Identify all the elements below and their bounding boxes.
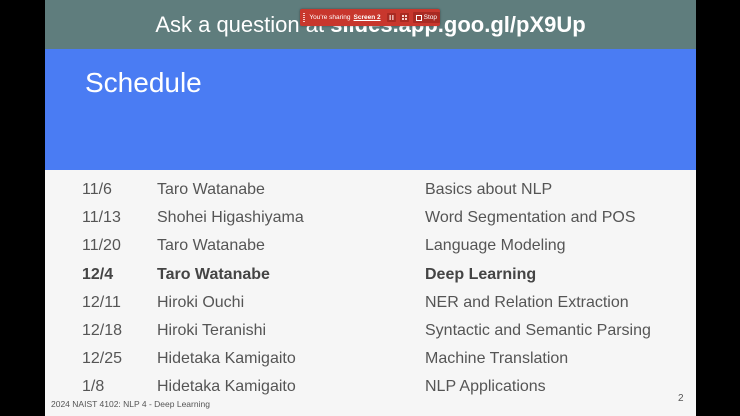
screen-share-frame: Ask a question at slides.app.goo.gl/pX9U…: [0, 0, 740, 416]
schedule-row: 11/6 Taro Watanabe Basics about NLP: [45, 176, 696, 204]
schedule-date: 12/11: [82, 293, 121, 311]
shared-screen-link[interactable]: Screen 2: [354, 14, 381, 21]
presentation-slide: Ask a question at slides.app.goo.gl/pX9U…: [45, 0, 696, 416]
schedule-topic: NER and Relation Extraction: [425, 293, 629, 311]
schedule-topic: Basics about NLP: [425, 181, 553, 198]
stop-icon: [415, 14, 422, 21]
screen-sharing-bar: You're sharing Screen 2 Stop: [300, 9, 440, 26]
schedule-lecturer: Taro Watanabe: [157, 181, 265, 198]
stop-label: Stop: [423, 14, 437, 21]
schedule-date: 12/25: [82, 350, 123, 368]
page-number: 2: [678, 393, 684, 404]
sharing-status-text: You're sharing: [309, 14, 351, 21]
slide-title: Schedule: [85, 67, 202, 98]
schedule-lecturer: Shohei Higashiyama: [157, 209, 304, 227]
schedule-date: 11/13: [82, 209, 121, 227]
schedule-lecturer: Taro Watanabe: [157, 265, 270, 283]
schedule-row-current: 12/4 Taro Watanabe Deep Learning: [45, 261, 696, 289]
schedule-row: 1/8 Hidetaka Kamigaito NLP Applications: [45, 373, 696, 401]
schedule-row: 12/18 Hiroki Teranishi Syntactic and Sem…: [45, 317, 696, 345]
schedule-row: 12/25 Hidetaka Kamigaito Machine Transla…: [45, 345, 696, 373]
schedule-row: 12/11 Hiroki Ouchi NER and Relation Extr…: [45, 289, 696, 317]
schedule-lecturer: Taro Watanabe: [157, 237, 265, 255]
schedule-row: 11/13 Shohei Higashiyama Word Segmentati…: [45, 204, 696, 232]
schedule-topic: Machine Translation: [425, 350, 569, 368]
schedule-topic: Deep Learning: [425, 265, 537, 283]
schedule-date: 12/18: [82, 321, 123, 339]
grid-icon[interactable]: [399, 13, 409, 22]
pause-icon[interactable]: [386, 13, 396, 22]
slide-footer: 2024 NAIST 4102: NLP 4 - Deep Learning: [51, 399, 210, 409]
schedule-row: 11/20 Taro Watanabe Language Modeling: [45, 232, 696, 260]
schedule-table: 11/6 Taro Watanabe Basics about NLP 11/1…: [45, 176, 696, 402]
schedule-lecturer: Hidetaka Kamigaito: [157, 350, 296, 368]
grip-icon[interactable]: [303, 13, 306, 22]
schedule-topic: Syntactic and Semantic Parsing: [425, 321, 651, 339]
schedule-date: 12/4: [82, 265, 114, 283]
schedule-lecturer: Hiroki Teranishi: [157, 321, 267, 339]
stop-sharing-button[interactable]: Stop: [412, 12, 440, 23]
schedule-date: 11/20: [82, 237, 121, 255]
schedule-date: 11/6: [82, 181, 112, 198]
schedule-topic: NLP Applications: [425, 378, 546, 396]
schedule-topic: Language Modeling: [425, 237, 566, 255]
schedule-lecturer: Hidetaka Kamigaito: [157, 378, 296, 396]
schedule-topic: Word Segmentation and POS: [425, 209, 636, 227]
schedule-date: 1/8: [82, 378, 105, 396]
schedule-lecturer: Hiroki Ouchi: [157, 293, 245, 311]
